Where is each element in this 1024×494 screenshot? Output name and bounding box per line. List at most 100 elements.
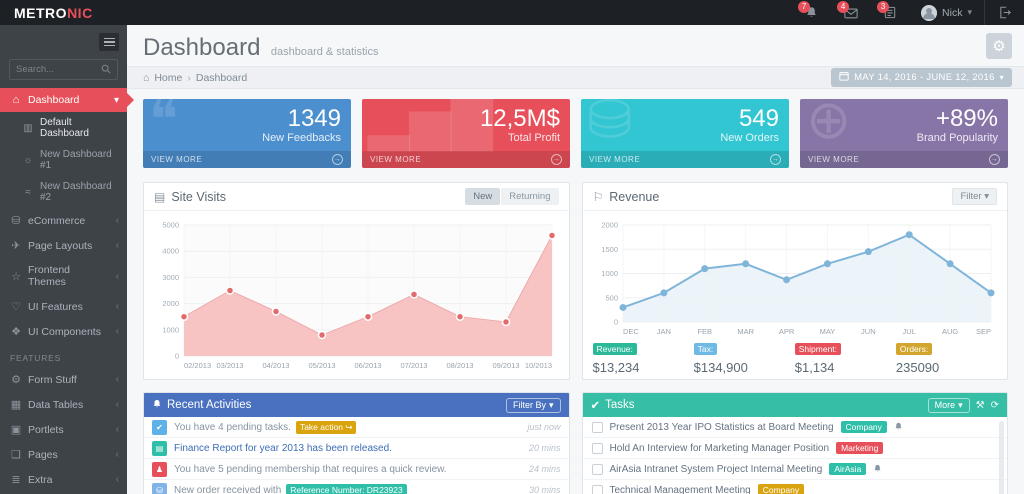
sidebar: ⌂ Dashboard ▾ ▥ Default Dashboard ☼ New … xyxy=(0,25,127,494)
date-range-picker[interactable]: MAY 14, 2016 - JUNE 12, 2016 ▾ xyxy=(831,68,1012,87)
task-checkbox[interactable] xyxy=(592,464,603,475)
activity-row[interactable]: ▤ Finance Report for year 2013 has been … xyxy=(144,438,569,459)
svg-text:1000: 1000 xyxy=(601,269,618,278)
svg-text:2000: 2000 xyxy=(601,221,618,230)
lightbulb-icon: ☼ xyxy=(22,155,34,166)
site-visits-chart[interactable]: 01000200030004000500002/201303/201304/20… xyxy=(154,219,559,371)
notifications-button[interactable]: 7 xyxy=(792,0,831,25)
svg-text:07/2013: 07/2013 xyxy=(400,361,427,370)
arrow-circle-icon[interactable]: → xyxy=(551,154,562,165)
gear-icon: ⚙ xyxy=(10,373,22,386)
charts-row: ▤ Site Visits New Returning 010002000300… xyxy=(143,182,1008,380)
sidebar-item-dashboard[interactable]: ⌂ Dashboard ▾ xyxy=(0,88,127,112)
task-row: Present 2013 Year IPO Statistics at Boar… xyxy=(583,417,1008,438)
sidebar-item-new-dashboard-1[interactable]: ☼ New Dashboard #1 xyxy=(0,144,127,176)
activity-time: 24 mins xyxy=(529,464,561,474)
arrow-circle-icon[interactable]: → xyxy=(770,154,781,165)
svg-text:JAN: JAN xyxy=(656,327,670,336)
svg-text:2000: 2000 xyxy=(162,299,179,308)
arrow-circle-icon[interactable]: → xyxy=(989,154,1000,165)
bell-icon xyxy=(873,460,882,478)
user-icon: ♟ xyxy=(152,462,167,477)
cart-icon: ⛁ xyxy=(10,214,22,227)
revenue-chart[interactable]: 0500100015002000DECJANFEBMARAPRMAYJUNJUL… xyxy=(593,219,998,337)
svg-text:SEP: SEP xyxy=(975,327,990,336)
activity-row[interactable]: ✔ You have 4 pending tasks. Take action … xyxy=(144,417,569,438)
view-more-link[interactable]: VIEW MORE xyxy=(589,155,640,164)
sidebar-item-portlets[interactable]: ▣ Portlets ‹ xyxy=(0,417,127,442)
notifications-count-badge: 7 xyxy=(798,1,810,13)
page-settings-button[interactable]: ⚙ xyxy=(986,33,1012,59)
tasks-scrollbar[interactable] xyxy=(999,421,1004,494)
site-visits-returning-button[interactable]: Returning xyxy=(501,188,558,205)
arrow-circle-icon[interactable]: → xyxy=(332,154,343,165)
status-badge: Revenue: xyxy=(593,343,637,355)
puzzle-icon: ❖ xyxy=(10,325,22,338)
site-visits-new-button[interactable]: New xyxy=(465,188,500,205)
todos-button[interactable]: 3 xyxy=(871,0,909,25)
activity-row[interactable]: ♟ You have 5 pending membership that req… xyxy=(144,459,569,480)
search-icon xyxy=(101,61,111,79)
sidebar-toggle-button[interactable] xyxy=(99,33,119,51)
chart-icon: ▤ xyxy=(152,441,167,456)
sidebar-item-default-dashboard[interactable]: ▥ Default Dashboard xyxy=(0,112,127,144)
breadcrumb-current: Dashboard xyxy=(196,72,247,84)
sidebar-section-features: FEATURES xyxy=(0,344,127,367)
task-tag-badge: Company xyxy=(841,421,887,433)
sidebar-item-frontend-themes[interactable]: ☆ Frontend Themes ‹ xyxy=(0,258,127,294)
revenue-filter-button[interactable]: Filter ▾ xyxy=(952,188,997,205)
bell-icon xyxy=(152,399,162,412)
user-menu[interactable]: Nick ▾ xyxy=(909,0,984,25)
sidebar-item-extra[interactable]: ≣ Extra ‹ xyxy=(0,467,127,492)
chevron-left-icon: ‹ xyxy=(116,449,119,460)
stat-value: 12,5M$ xyxy=(480,105,560,133)
recent-activities-widget: Recent Activities Filter By▾ ✔ You have … xyxy=(143,392,570,494)
sidebar-item-ecommerce[interactable]: ⛁ eCommerce ‹ xyxy=(0,208,127,233)
status-badge: Shipment: xyxy=(795,343,841,355)
activity-row[interactable]: ⛁ New order received with Reference Numb… xyxy=(144,480,569,494)
task-checkbox[interactable] xyxy=(592,485,603,494)
revenue-panel: ⚐ Revenue Filter ▾ 0500100015002000DECJA… xyxy=(582,182,1009,380)
sidebar-item-ui-components[interactable]: ❖ UI Components ‹ xyxy=(0,319,127,344)
stat-card-new-feedbacks[interactable]: ❝ 1349 New Feedbacks VIEW MORE → xyxy=(143,99,351,168)
search-input[interactable] xyxy=(16,64,101,75)
svg-text:JUN: JUN xyxy=(861,327,876,336)
sidebar-item-page-layouts[interactable]: ✈ Page Layouts ‹ xyxy=(0,233,127,258)
tasks-widget: ✔ Tasks More▾ ⚒ ⟳ Present 2013 Year IPO … xyxy=(582,392,1009,494)
tasks-more-button[interactable]: More▾ xyxy=(928,398,970,413)
stat-cards-row: ❝ 1349 New Feedbacks VIEW MORE → ▂▅▇ 12,… xyxy=(143,99,1008,168)
briefcase-icon: ▣ xyxy=(10,423,22,436)
wrench-icon[interactable]: ⚒ xyxy=(976,400,985,411)
refresh-icon[interactable]: ⟳ xyxy=(991,400,999,411)
activity-time: 20 mins xyxy=(529,443,561,453)
avatar xyxy=(921,5,937,21)
task-row: AirAsia Intranet System Project Internal… xyxy=(583,459,1008,480)
take-action-badge[interactable]: Take action ↪ xyxy=(296,421,357,434)
logout-button[interactable] xyxy=(984,0,1024,25)
view-more-link[interactable]: VIEW MORE xyxy=(151,155,202,164)
app-logo[interactable]: METRONIC xyxy=(0,5,127,21)
filter-by-button[interactable]: Filter By▾ xyxy=(506,398,561,413)
sidebar-item-new-dashboard-2[interactable]: ≈ New Dashboard #2 xyxy=(0,176,127,208)
sidebar-search[interactable] xyxy=(9,59,118,80)
calendar-icon xyxy=(839,71,849,84)
stat-card-brand-popularity[interactable]: ⊕ +89% Brand Popularity VIEW MORE → xyxy=(800,99,1008,168)
breadcrumb-home[interactable]: Home xyxy=(154,72,182,84)
sidebar-item-pages[interactable]: ❏ Pages ‹ xyxy=(0,442,127,467)
sidebar-item-ui-features[interactable]: ♡ UI Features ‹ xyxy=(0,294,127,319)
task-checkbox[interactable] xyxy=(592,443,603,454)
stat-value: 549 xyxy=(739,105,779,133)
comments-icon: ❝ xyxy=(149,99,178,147)
chart-line-icon: ≈ xyxy=(22,187,34,198)
sidebar-item-form-stuff[interactable]: ⚙ Form Stuff ‹ xyxy=(0,367,127,392)
stat-card-total-profit[interactable]: ▂▅▇ 12,5M$ Total Profit VIEW MORE → xyxy=(362,99,570,168)
stat-card-new-orders[interactable]: ⛁ 549 New Orders VIEW MORE → xyxy=(581,99,789,168)
messages-button[interactable]: 4 xyxy=(831,0,871,25)
widget-title: ✔ Tasks xyxy=(591,398,635,412)
sidebar-item-data-tables[interactable]: ▦ Data Tables ‹ xyxy=(0,392,127,417)
redo-arrow-icon: ↪ xyxy=(345,422,352,432)
view-more-link[interactable]: VIEW MORE xyxy=(808,155,859,164)
view-more-link[interactable]: VIEW MORE xyxy=(370,155,421,164)
home-icon: ⌂ xyxy=(10,94,22,106)
task-checkbox[interactable] xyxy=(592,422,603,433)
